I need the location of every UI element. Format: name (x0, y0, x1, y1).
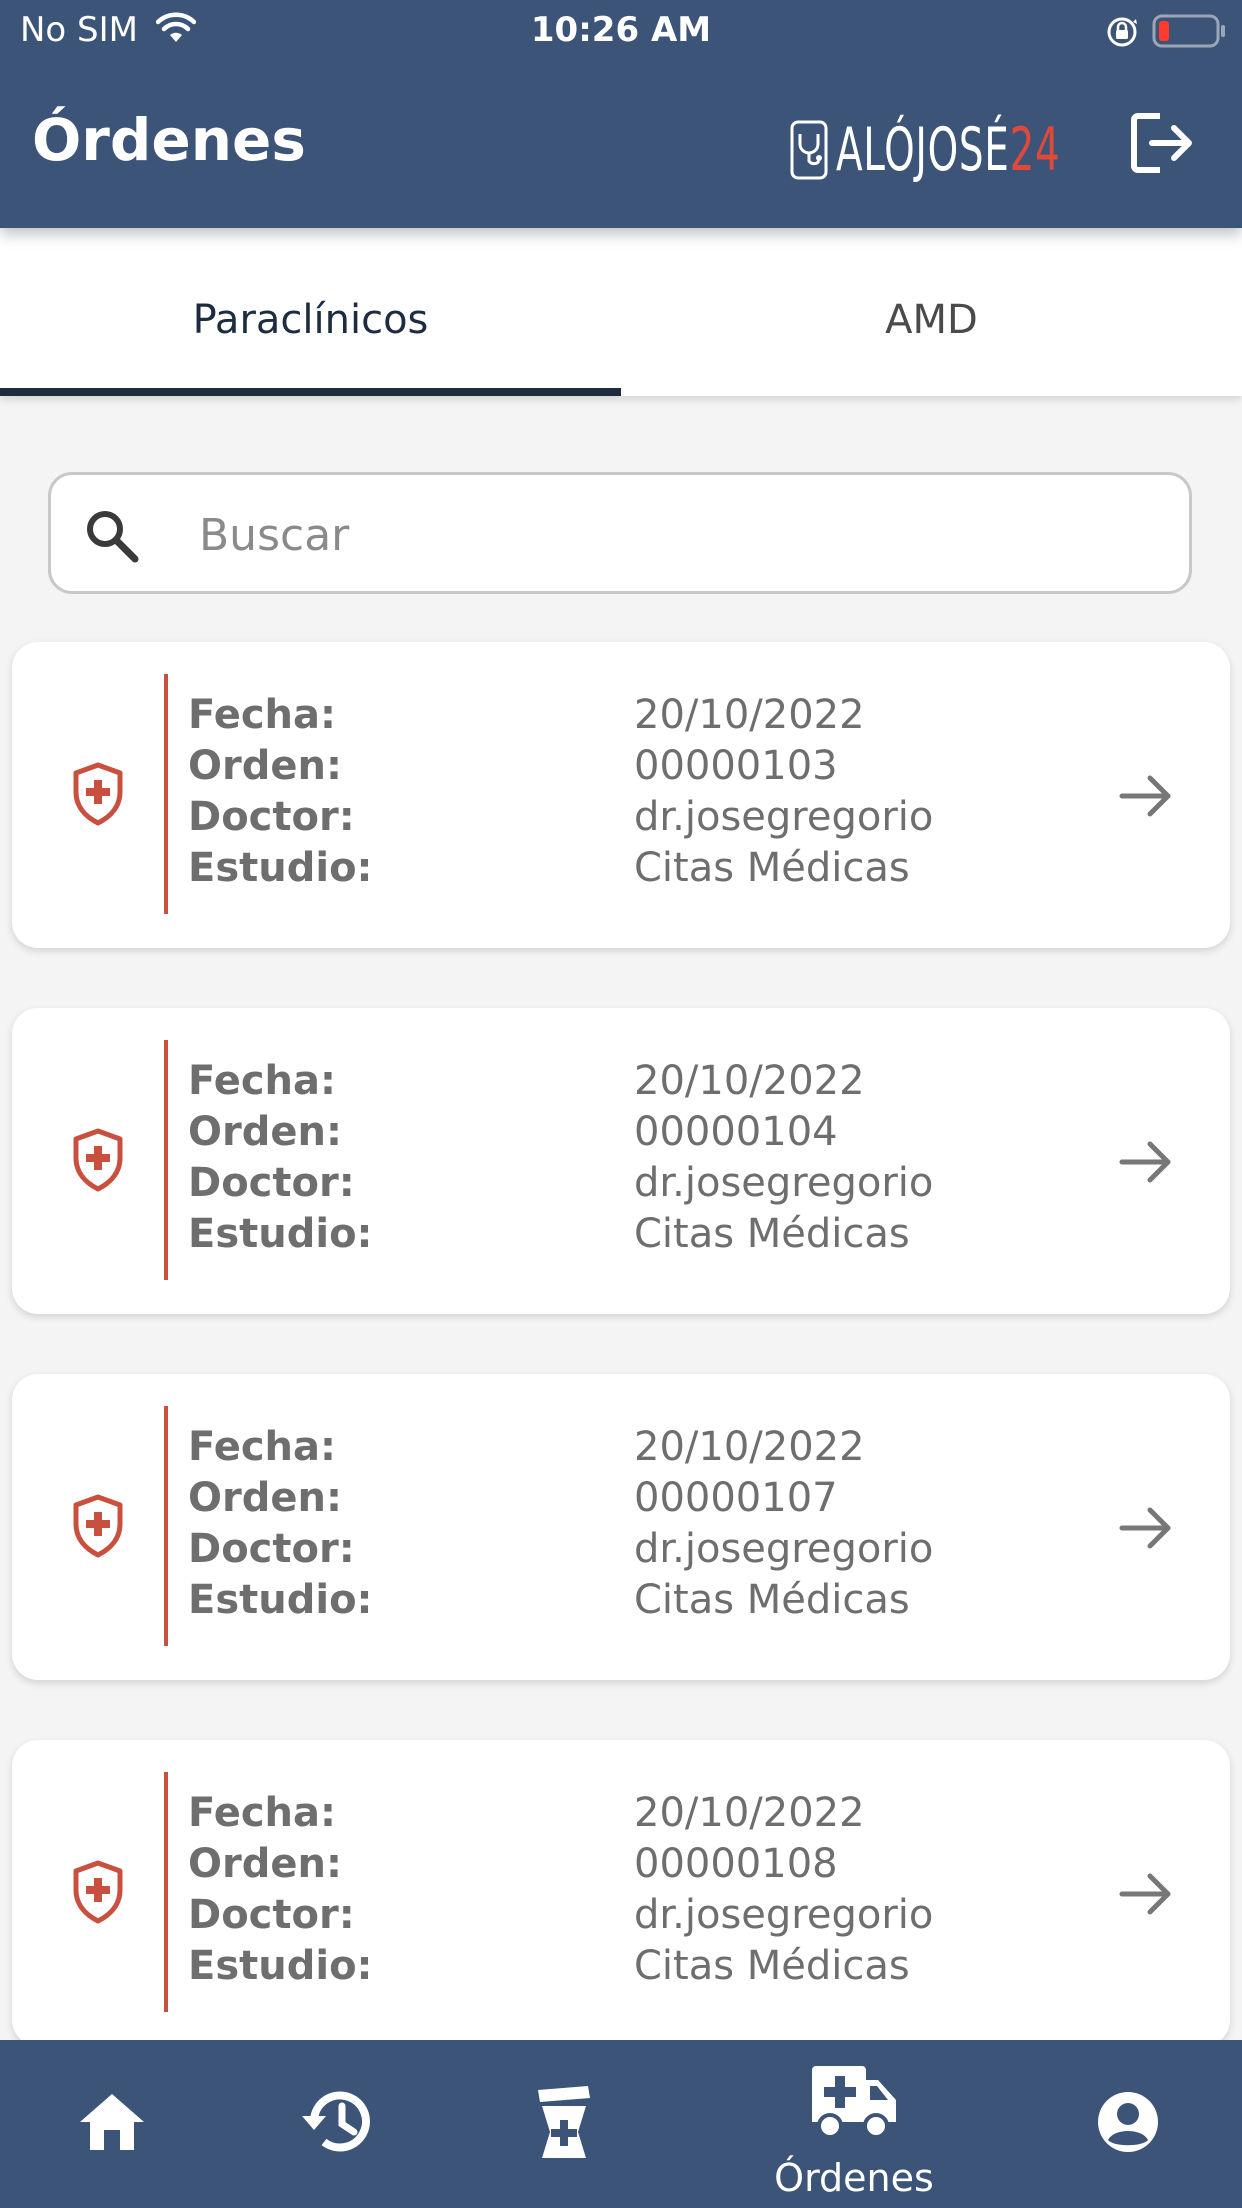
status-bar: No SIM 10:26 AM (0, 0, 1242, 64)
doctor-label: Doctor: (188, 1526, 355, 1572)
orden-label: Orden: (188, 1109, 342, 1155)
tab-paraclinicos[interactable]: Paraclínicos (0, 228, 621, 396)
fecha-label: Fecha: (188, 692, 337, 738)
orden-label: Orden: (188, 1475, 342, 1521)
fecha-label: Fecha: (188, 1424, 337, 1470)
order-card[interactable]: Fecha: 20/10/2022 Orden: 00000108 Doctor: d… (12, 1740, 1230, 2046)
logout-icon (1131, 113, 1192, 173)
home-icon (80, 2094, 144, 2150)
shield-plus-icon (72, 1494, 124, 1562)
doctor-label: Doctor: (188, 1160, 355, 1206)
app-header: No SIM 10:26 AM Órdenes ALÓJOSÉ24 (0, 0, 1242, 228)
estudio-label: Estudio: (188, 1577, 373, 1623)
fecha-value: 20/10/2022 (634, 1058, 865, 1104)
estudio-value: Citas Médicas (634, 1577, 910, 1623)
orden-label: Orden: (188, 743, 342, 789)
ambulance-icon (812, 2066, 896, 2139)
fecha-label: Fecha: (188, 1058, 337, 1104)
history-icon (302, 2091, 370, 2152)
logout-button[interactable] (1130, 112, 1196, 178)
estudio-value: Citas Médicas (634, 1211, 910, 1257)
page-title: Órdenes (32, 106, 306, 174)
card-divider (164, 1040, 168, 1280)
estudio-label: Estudio: (188, 1943, 373, 1989)
doctor-value: dr.josegregorio (634, 1526, 934, 1572)
orden-value: 00000108 (634, 1841, 838, 1887)
order-card[interactable]: Fecha: 20/10/2022 Orden: 00000103 Doctor: d… (12, 642, 1230, 948)
rotation-lock-icon (1104, 14, 1140, 54)
card-divider (164, 674, 168, 914)
orden-label: Orden: (188, 1841, 342, 1887)
estudio-label: Estudio: (188, 845, 373, 891)
clock: 10:26 AM (530, 10, 712, 50)
card-divider (164, 1772, 168, 2012)
shield-plus-icon (72, 1860, 124, 1928)
account-icon (1098, 2092, 1158, 2152)
order-card[interactable]: Fecha: 20/10/2022 Orden: 00000107 Doctor: d… (12, 1374, 1230, 1680)
estudio-value: Citas Médicas (634, 845, 910, 891)
fecha-value: 20/10/2022 (634, 692, 865, 738)
nav-pharmacy[interactable] (474, 2040, 654, 2208)
fecha-value: 20/10/2022 (634, 1790, 865, 1836)
doctor-label: Doctor: (188, 794, 355, 840)
orden-value: 00000103 (634, 743, 838, 789)
fecha-label: Fecha: (188, 1790, 337, 1836)
estudio-label: Estudio: (188, 1211, 373, 1257)
orden-value: 00000107 (634, 1475, 838, 1521)
pharmacy-icon (538, 2086, 590, 2158)
doctor-value: dr.josegregorio (634, 794, 934, 840)
arrow-right-icon[interactable] (1116, 1498, 1176, 1562)
card-divider (164, 1406, 168, 1646)
logo-text: ALÓJOSÉ (836, 115, 1010, 185)
nav-profile[interactable] (1038, 2040, 1218, 2208)
tab-indicator (0, 388, 621, 396)
order-card[interactable]: Fecha: 20/10/2022 Orden: 00000104 Doctor: d… (12, 1008, 1230, 1314)
doctor-value: dr.josegregorio (634, 1892, 934, 1938)
nav-ordenes-label: Órdenes (774, 2156, 934, 2200)
shield-plus-icon (72, 1128, 124, 1196)
fecha-value: 20/10/2022 (634, 1424, 865, 1470)
estudio-value: Citas Médicas (634, 1943, 910, 1989)
brand-logo: ALÓJOSÉ24 (790, 115, 1148, 185)
arrow-right-icon[interactable] (1116, 1132, 1176, 1196)
battery-icon (1152, 14, 1226, 54)
search-icon (83, 507, 141, 569)
arrow-right-icon[interactable] (1116, 766, 1176, 830)
logo-number: 24 (1009, 115, 1061, 185)
arrow-right-icon[interactable] (1116, 1864, 1176, 1928)
nav-home[interactable] (22, 2040, 202, 2208)
nav-history[interactable] (248, 2040, 428, 2208)
search-box (48, 472, 1192, 594)
doctor-value: dr.josegregorio (634, 1160, 934, 1206)
bottom-navigation: Órdenes (0, 2040, 1242, 2208)
doctor-label: Doctor: (188, 1892, 355, 1938)
stethoscope-phone-icon (790, 120, 828, 180)
tab-amd[interactable]: AMD (621, 228, 1242, 396)
tab-bar: Paraclínicos AMD (0, 228, 1242, 396)
shield-plus-icon (72, 762, 124, 830)
nav-ordenes[interactable]: Órdenes (764, 2040, 944, 2208)
orden-value: 00000104 (634, 1109, 838, 1155)
search-input[interactable] (197, 495, 1161, 575)
